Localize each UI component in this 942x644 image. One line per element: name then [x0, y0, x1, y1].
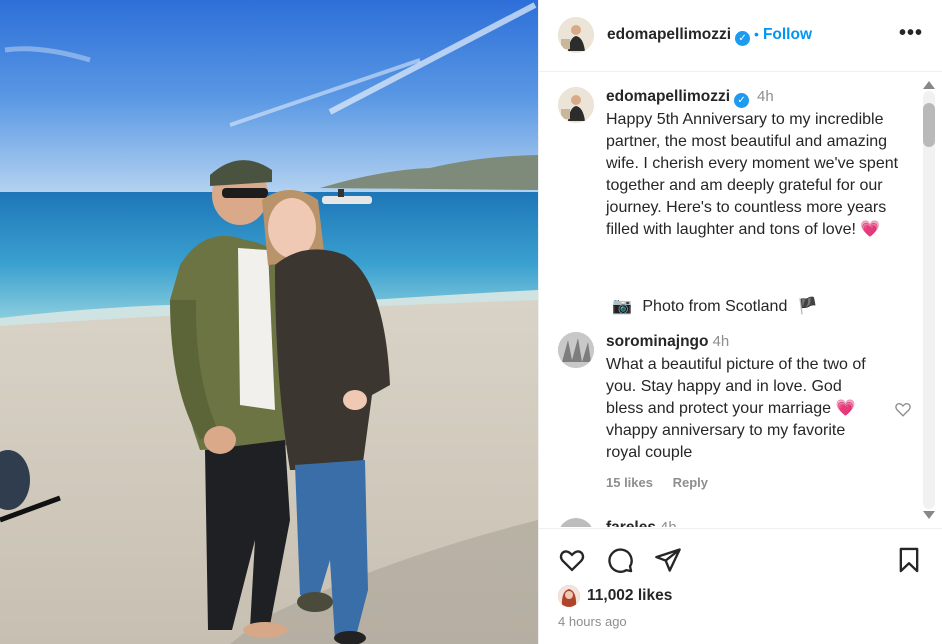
scroll-track[interactable] [923, 91, 935, 509]
more-options-icon[interactable]: ••• [899, 22, 923, 45]
heart-icon[interactable] [558, 546, 586, 574]
comment-like-heart-icon[interactable] [894, 400, 912, 418]
camera-icon: 📷 [612, 298, 632, 315]
liker-avatar [558, 585, 580, 607]
comment-likes[interactable]: 15 likes [606, 475, 653, 490]
caption-author-avatar[interactable] [558, 87, 594, 123]
commenter-avatar[interactable] [558, 518, 594, 527]
flag-icon: 🏴 [797, 298, 818, 315]
caption-author-username[interactable]: edomapellimozzi [606, 88, 730, 105]
post-detail-panel: edomapellimozzi ✓ • Follow ••• edomapellimo… [538, 0, 942, 644]
comment-time: 4h [660, 519, 677, 527]
author-username[interactable]: edomapellimozzi [607, 26, 731, 43]
post-timestamp[interactable]: 4 hours ago [558, 614, 627, 629]
likes-count[interactable]: 11,002 likes [587, 587, 672, 605]
commenter-avatar[interactable] [558, 332, 594, 368]
comment-text: What a beautiful picture of the two of y… [606, 356, 866, 461]
commenter-username[interactable]: sorominajngo [606, 333, 708, 350]
scroll-down-arrow-icon[interactable] [923, 511, 935, 519]
commenter-username[interactable]: fareles [606, 519, 656, 527]
bookmark-icon[interactable] [895, 546, 923, 574]
comments-list[interactable]: edomapellimozzi ✓ 4h Happy 5th Anniversary… [539, 73, 923, 527]
comment-time: 4h [712, 333, 730, 350]
verified-badge-icon: ✓ [734, 93, 750, 108]
comment-actions: 15 likes Reply [606, 475, 724, 490]
comment-icon[interactable] [606, 546, 634, 574]
scroll-up-arrow-icon[interactable] [923, 81, 935, 89]
post-actions-bar: 11,002 likes 4 hours ago [539, 528, 942, 644]
author-avatar[interactable] [558, 17, 594, 53]
beach-couple-photo [0, 0, 538, 644]
post-header: edomapellimozzi ✓ • Follow ••• [539, 0, 942, 72]
caption: edomapellimozzi ✓ 4h Happy 5th Anniversary… [558, 87, 918, 317]
comment-item: sorominajngo 4h What a beautiful picture … [558, 332, 918, 502]
caption-location-line: 📷 Photo from Scotland 🏴 [612, 296, 818, 318]
caption-location: Photo from Scotland [642, 298, 788, 315]
verified-badge-icon: ✓ [735, 31, 751, 46]
follow-button[interactable]: Follow [763, 26, 812, 43]
scroll-thumb[interactable] [923, 103, 935, 147]
caption-time: 4h [757, 88, 774, 105]
comments-scrollbar[interactable] [919, 77, 939, 522]
share-icon[interactable] [654, 546, 682, 574]
separator-dot: • [754, 26, 759, 42]
reply-button[interactable]: Reply [673, 475, 708, 490]
comment-item: fareles 4h [558, 518, 918, 527]
post-photo[interactable] [0, 0, 538, 644]
caption-text: Happy 5th Anniversary to my incredible p… [606, 111, 899, 238]
likes-summary[interactable]: 11,002 likes [558, 583, 672, 609]
